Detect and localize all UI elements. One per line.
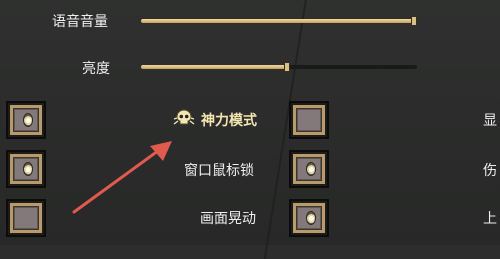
eye-icon xyxy=(306,211,316,225)
window-mouse-lock-checkbox[interactable] xyxy=(289,150,329,188)
skull-icon xyxy=(173,109,195,125)
eye-icon xyxy=(23,162,33,176)
voice-volume-slider[interactable] xyxy=(141,16,417,26)
slider-handle[interactable] xyxy=(284,62,291,72)
slider-fill xyxy=(141,65,288,69)
window-mouse-lock-label: 窗口鼠标锁 xyxy=(184,163,254,179)
eye-icon xyxy=(306,162,316,176)
eye-icon xyxy=(23,113,33,127)
screen-shake-label: 画面晃动 xyxy=(200,211,256,227)
slider-fill xyxy=(141,19,417,23)
right-column-label-2: 伤 xyxy=(483,163,497,179)
checkbox-left-3[interactable] xyxy=(6,199,46,237)
god-mode-label: 神力模式 xyxy=(201,113,257,129)
god-mode-checkbox[interactable] xyxy=(289,101,329,139)
brightness-label: 亮度 xyxy=(82,61,110,77)
voice-volume-label: 语音音量 xyxy=(52,14,108,30)
checkbox-left-1[interactable] xyxy=(6,101,46,139)
checkbox-left-2[interactable] xyxy=(6,150,46,188)
brightness-slider[interactable] xyxy=(141,62,417,72)
annotation-arrow xyxy=(72,141,172,214)
slider-handle[interactable] xyxy=(411,16,417,26)
screen-shake-checkbox[interactable] xyxy=(289,199,329,237)
right-column-label-3: 上 xyxy=(483,211,497,227)
right-column-label-1: 显 xyxy=(483,113,497,129)
